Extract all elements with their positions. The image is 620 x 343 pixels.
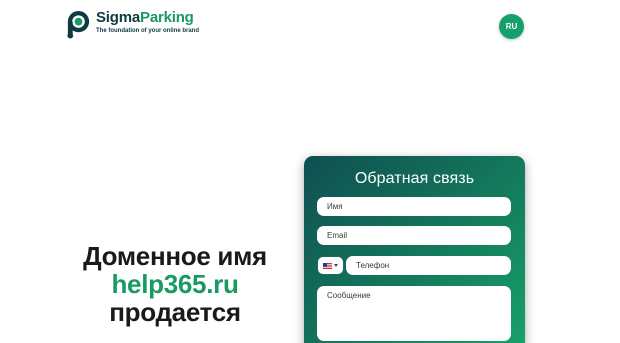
brand-logo[interactable]: SigmaParking The foundation of your onli… (64, 10, 199, 40)
phone-country-select[interactable] (317, 256, 344, 275)
logo-name-parking: Parking (140, 9, 194, 26)
logo-tagline: The foundation of your online brand (96, 28, 199, 34)
contact-form-card: Обратная связь Имя Email Телефон Сообщен… (304, 156, 525, 343)
logo-text: SigmaParking The foundation of your onli… (96, 10, 199, 34)
logo-wordmark: SigmaParking (96, 10, 199, 25)
message-textarea[interactable]: Сообщение (317, 286, 511, 341)
headline-line3: продается (109, 297, 241, 327)
name-input[interactable]: Имя (317, 197, 511, 216)
logo-name-sigma: Sigma (96, 9, 141, 26)
headline-line1: Доменное имя (83, 241, 267, 271)
sale-headline: Доменное имя help365.ru продается (70, 243, 280, 325)
page: SigmaParking The foundation of your onli… (0, 0, 620, 343)
domain-name: help365.ru (111, 269, 239, 299)
email-input[interactable]: Email (317, 226, 511, 245)
us-flag-icon (323, 262, 332, 269)
language-button[interactable]: RU (499, 14, 524, 39)
chevron-down-icon (334, 264, 338, 267)
contact-form-title: Обратная связь (354, 170, 475, 187)
phone-input[interactable]: Телефон (346, 256, 511, 275)
sigma-parking-logo-icon (67, 10, 90, 39)
